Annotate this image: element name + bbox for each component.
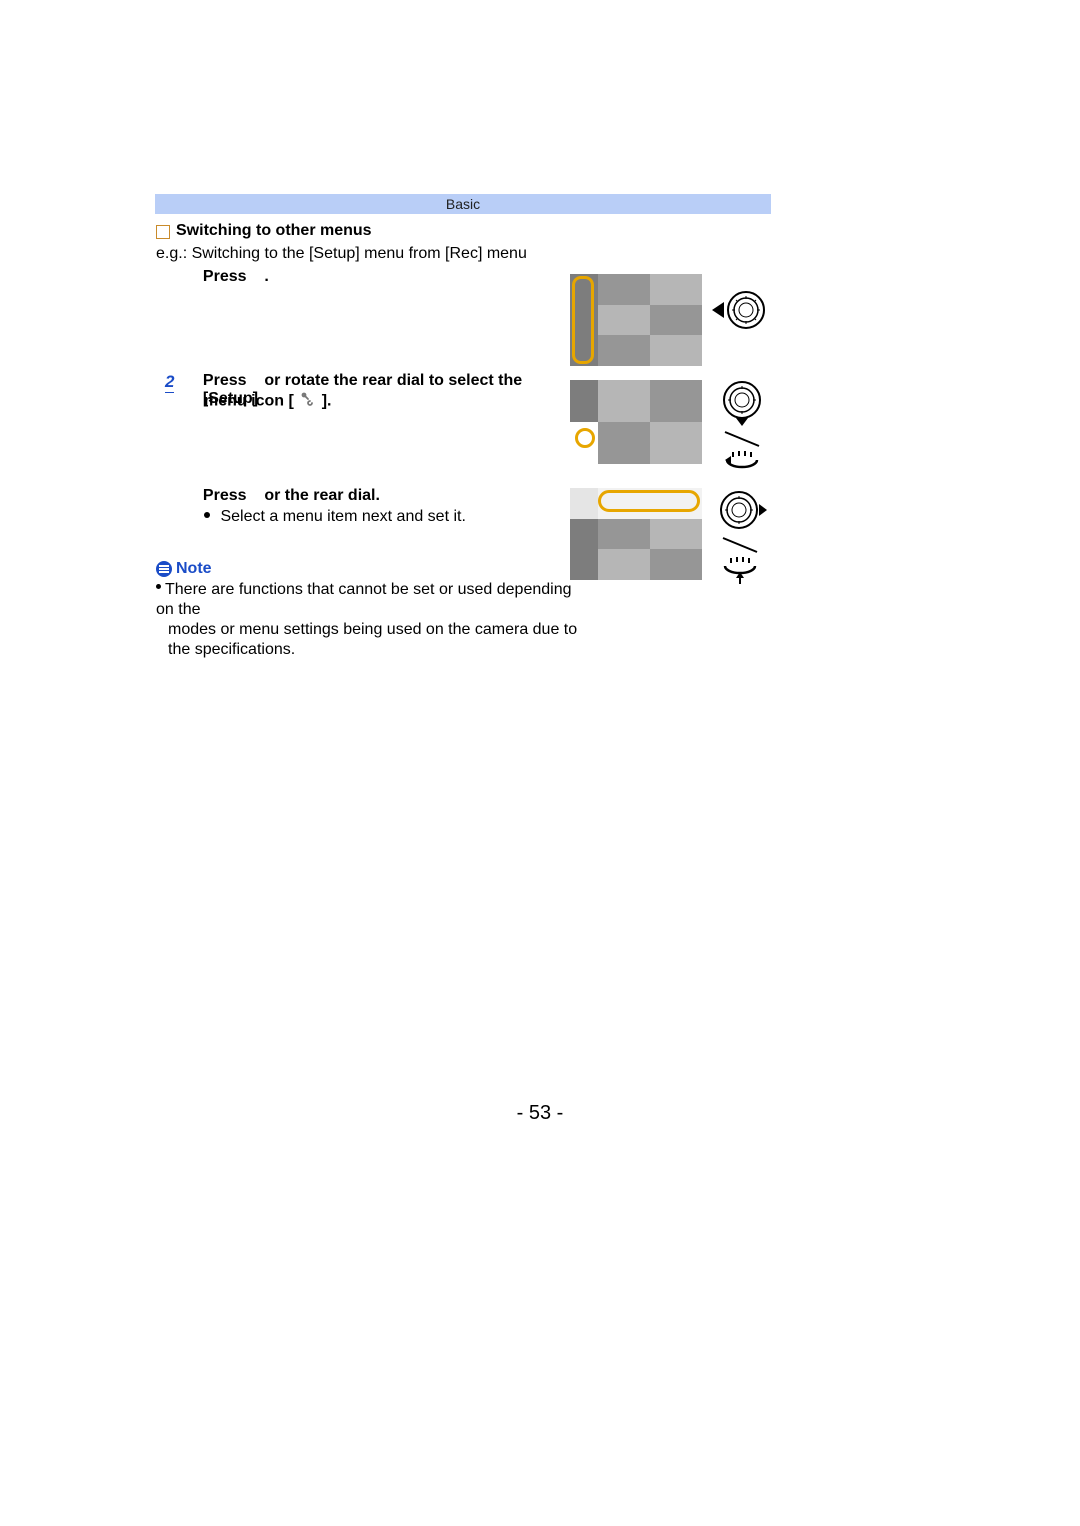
control-ring-icon <box>726 290 766 330</box>
step1-text-prefix: Press <box>203 268 251 285</box>
section-subtitle: e.g.: Switching to the [Setup] menu from… <box>156 245 527 263</box>
step-3: 3 Press 1 or the rear dial. <box>165 487 380 508</box>
step-number-2: 2 <box>165 372 174 393</box>
triangle-left-icon <box>712 302 724 318</box>
step3-text-a: Press <box>203 487 251 504</box>
step2-line2-a: menu icon [ <box>204 393 294 410</box>
step-2-line-2: menu icon [ ]. <box>204 392 331 411</box>
step3-text-b: or the rear dial. <box>264 487 380 504</box>
bullet-icon <box>204 512 210 518</box>
step2-text-a: Press <box>203 372 251 389</box>
dial-down-rotate-icon <box>719 380 765 475</box>
page-number: - 53 - <box>0 1102 1080 1125</box>
step1-text-suffix: . <box>264 268 268 285</box>
bullet-icon <box>156 584 161 589</box>
note-icon <box>156 561 172 577</box>
section-title: Switching to other menus <box>176 222 372 240</box>
highlight-column <box>572 276 594 364</box>
square-outline-icon <box>156 225 170 239</box>
note-body: There are functions that cannot be set o… <box>156 580 586 660</box>
step-1: 1 Press 2 . <box>165 268 269 289</box>
dial-right-push-icon <box>719 490 769 591</box>
step-3-sub: Select a menu item next and set it. <box>204 508 466 526</box>
illustration-step-3 <box>570 488 702 580</box>
note-header: Note <box>156 560 212 578</box>
illustration-step-2 <box>570 380 702 464</box>
note-label: Note <box>176 560 212 578</box>
step3-sub-text: Select a menu item next and set it. <box>220 508 465 525</box>
note-body-first: There are functions that cannot be set o… <box>156 581 572 618</box>
note-body-rest: modes or menu settings being used on the… <box>156 620 586 660</box>
setup-wrench-icon <box>301 392 315 411</box>
section-header: Basic <box>155 194 771 214</box>
highlight-row <box>598 490 700 512</box>
highlight-ring <box>575 428 595 448</box>
step2-line2-b: ]. <box>322 393 332 410</box>
illustration-step-1 <box>570 274 702 366</box>
